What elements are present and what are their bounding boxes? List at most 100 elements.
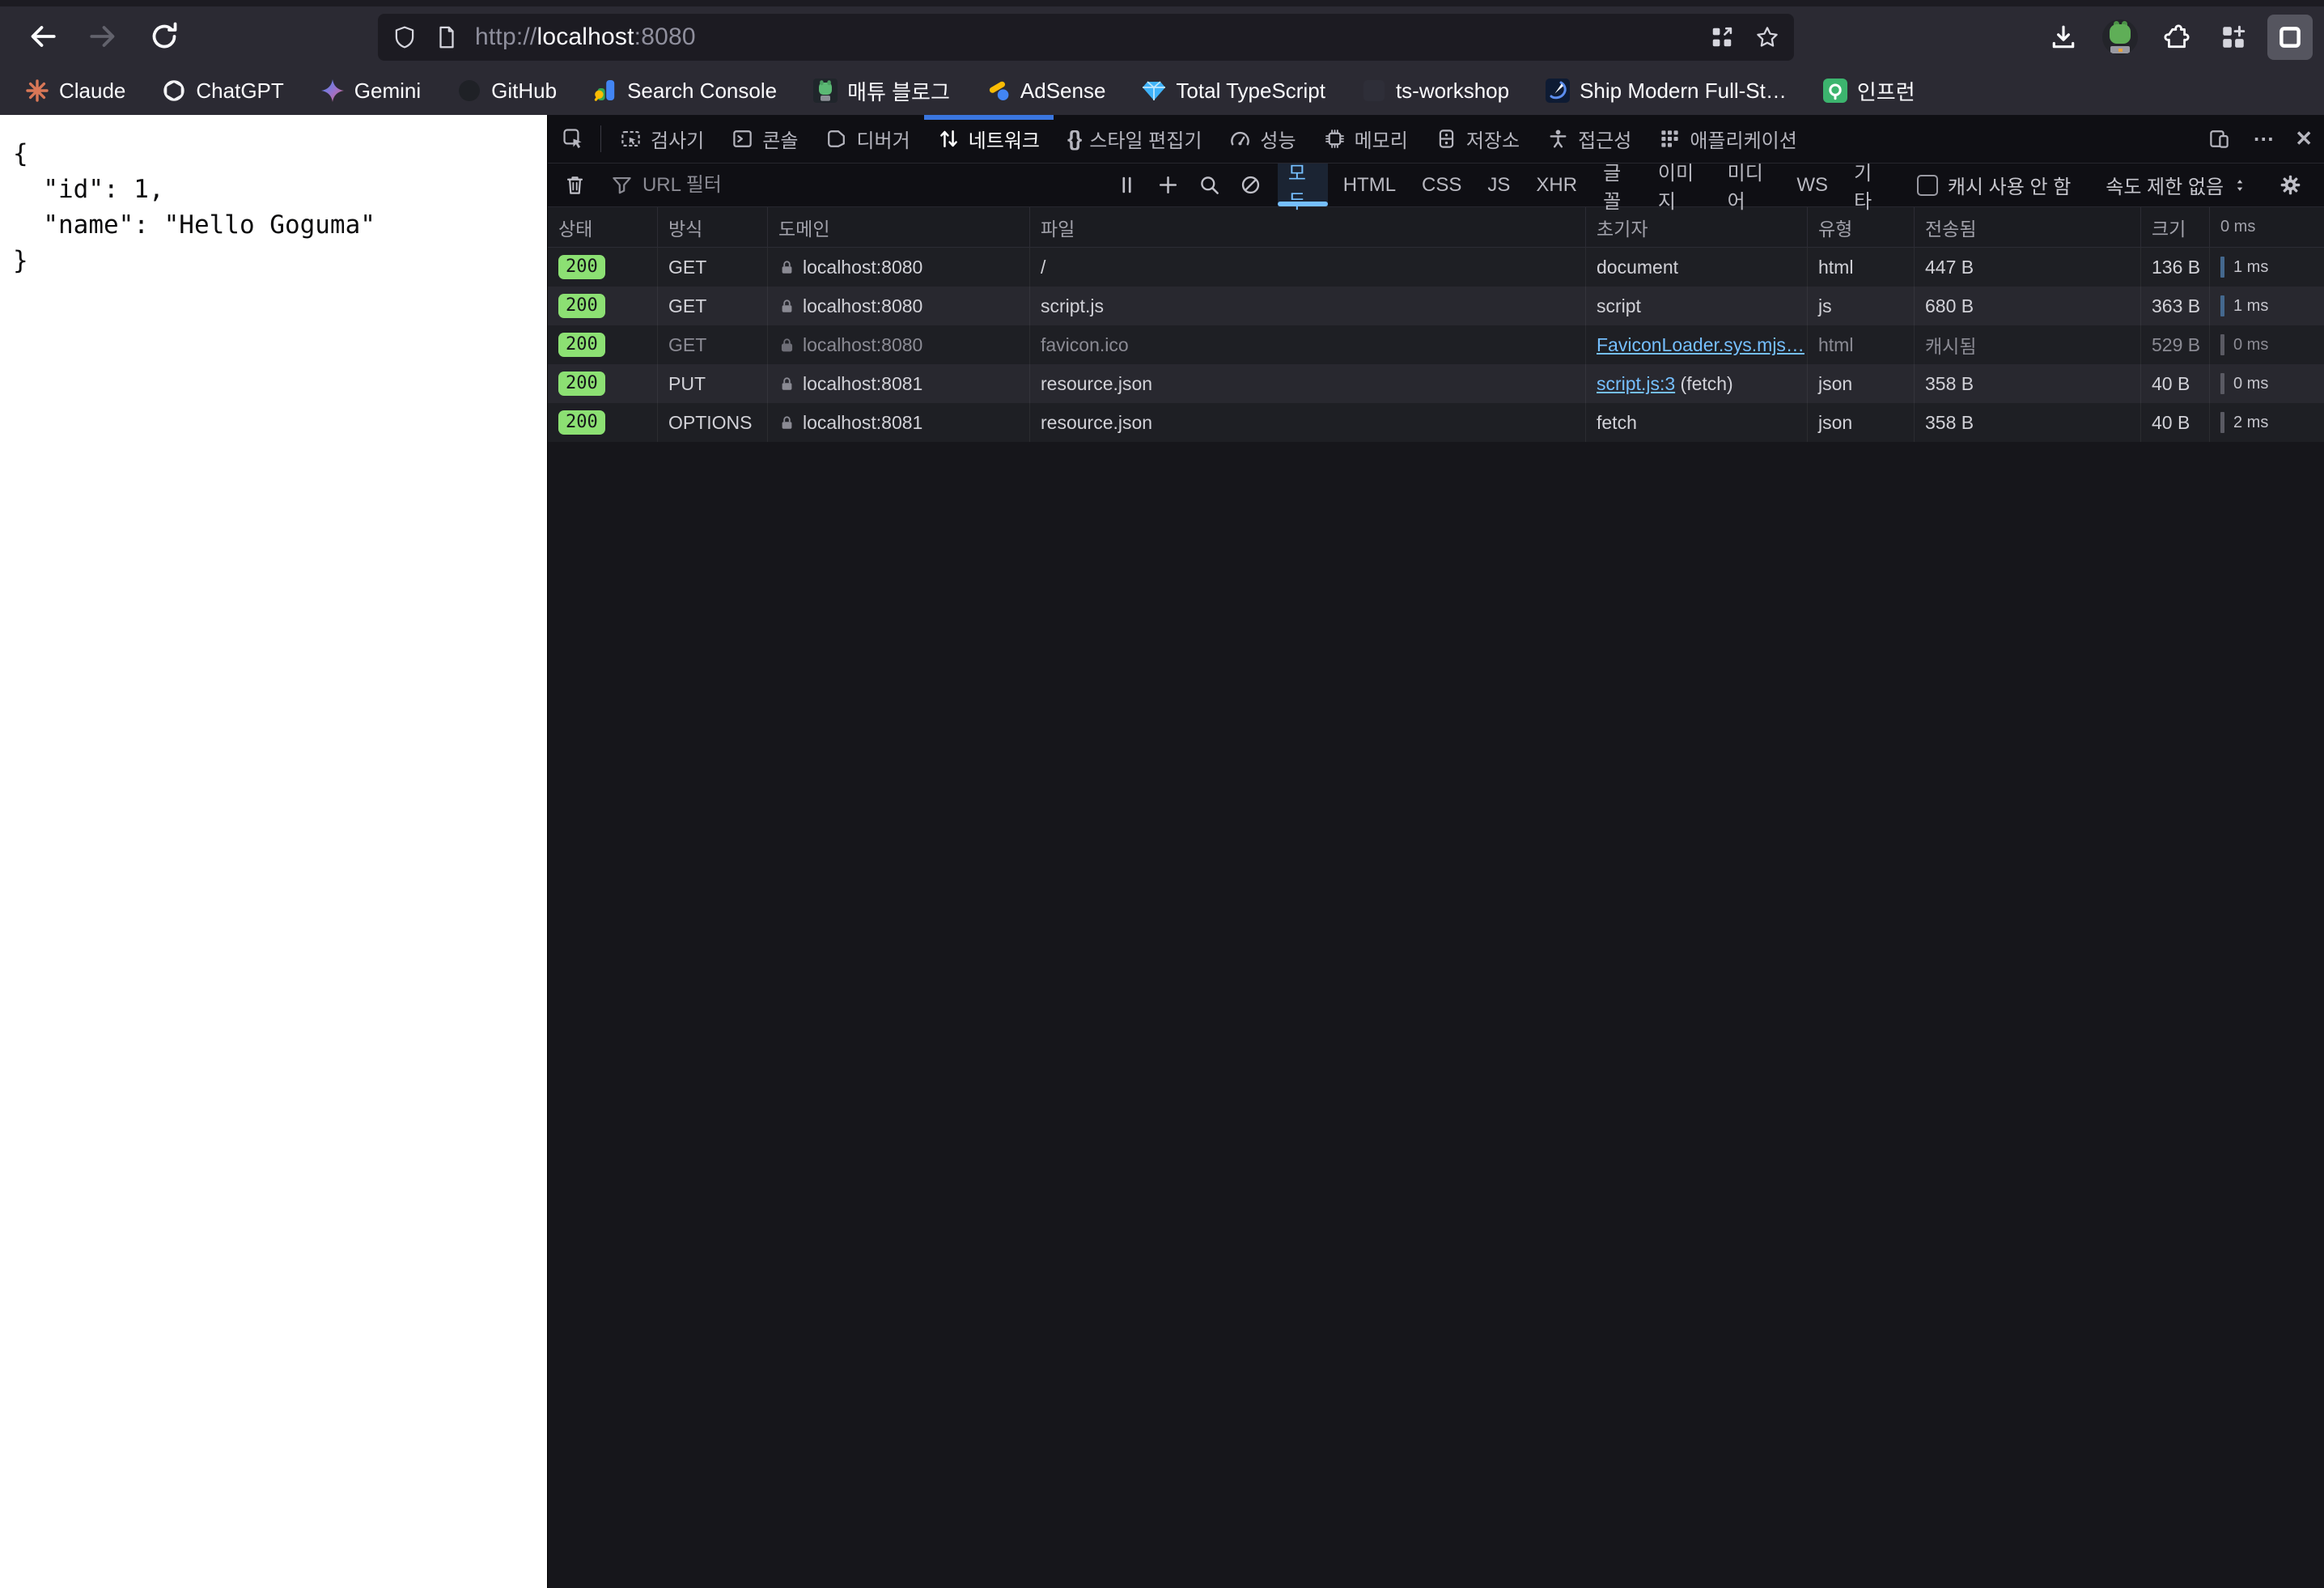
tab-accessibility[interactable]: 접근성 [1533,115,1645,163]
waterfall-bar [2220,412,2224,433]
tab-application[interactable]: 애플리케이션 [1645,115,1810,163]
ship-modern-icon [1545,78,1571,104]
shield-icon[interactable] [392,25,417,49]
tab-console[interactable]: 콘솔 [718,115,812,163]
bookmark-github[interactable]: GitHub [456,78,557,104]
lock-icon [782,260,792,274]
tab-inspector[interactable]: 검사기 [606,115,718,163]
status-badge: 200 [558,372,605,396]
filter-images[interactable]: 이미지 [1648,163,1712,213]
page-info-icon[interactable] [435,25,459,49]
type-cell: html [1808,325,1915,364]
bookmark-claude[interactable]: Claude [24,78,125,104]
tile-windows-icon[interactable] [1710,25,1734,49]
pause-traffic-button[interactable] [1106,163,1147,206]
filter-css[interactable]: CSS [1411,163,1472,206]
bookmark-chatgpt[interactable]: ChatGPT [161,78,284,104]
active-tab-indicator [923,115,1054,120]
braces-icon: {} [1067,126,1082,151]
tab-performance[interactable]: 성능 [1215,115,1309,163]
request-row[interactable]: 200 PUT localhost:8081 resource.json scr… [548,364,2324,403]
disable-cache-control[interactable]: 캐시 사용 안 함 [1904,171,2084,199]
filter-js[interactable]: JS [1477,163,1520,206]
search-console-icon [592,78,618,104]
initiator-link[interactable]: FaviconLoader.sys.mjs… [1597,334,1804,356]
account-button[interactable] [2097,15,2143,60]
bookmark-total-typescript[interactable]: Total TypeScript [1141,78,1325,104]
pick-element-button[interactable] [551,115,596,163]
waterfall-bar [2220,295,2224,316]
file-cell: resource.json [1030,403,1586,442]
bookmark-ship-modern[interactable]: Ship Modern Full-St… [1545,78,1787,104]
extensions-button[interactable] [2154,15,2199,60]
back-arrow-icon [31,26,56,47]
url-filter [611,173,1096,197]
network-settings-button[interactable] [2270,163,2311,206]
downloads-button[interactable] [2041,15,2086,60]
method-cell: OPTIONS [658,403,768,442]
back-button[interactable] [21,15,65,58]
filter-ws[interactable]: WS [1786,163,1838,206]
tab-style-editor[interactable]: {} 스타일 편집기 [1054,115,1215,163]
request-row[interactable]: 200 GET localhost:8080 favicon.ico Favic… [548,325,2324,364]
initiator-link[interactable]: script.js:3 [1597,373,1675,395]
column-transferred[interactable]: 전송됨 [1915,207,2141,247]
bookmark-star-icon[interactable] [1755,25,1779,49]
filter-other[interactable]: 기타 [1843,163,1894,213]
filter-xhr[interactable]: XHR [1525,163,1588,206]
column-status[interactable]: 상태 [548,207,658,247]
sidebar-toggle-button[interactable] [2267,15,2313,60]
bookmark-blog[interactable]: 매튜 블로그 [812,76,950,106]
column-size[interactable]: 크기 [2141,207,2210,247]
file-cell: / [1030,248,1586,287]
url-filter-input[interactable] [642,173,1096,197]
search-icon [1201,176,1219,194]
column-method[interactable]: 방식 [658,207,768,247]
storage-icon [1439,130,1454,148]
pick-element-icon [563,129,582,148]
apps-grid-button[interactable] [2211,15,2256,60]
type-cell: js [1808,287,1915,325]
tab-storage[interactable]: 저장소 [1422,115,1533,163]
column-domain[interactable]: 도메인 [768,207,1030,247]
devtools-close-button[interactable]: ✕ [2284,115,2324,163]
initiator-cell: document [1586,248,1808,287]
bookmark-adsense[interactable]: AdSense [986,78,1105,104]
request-row[interactable]: 200 GET localhost:8080 / document html 4… [548,248,2324,287]
filter-all[interactable]: 모두 [1277,163,1328,213]
filter-media[interactable]: 미디어 [1717,163,1782,213]
memory-chip-icon [1325,130,1344,148]
more-icon: ⋯ [2253,126,2274,151]
bookmark-gemini[interactable]: Gemini [320,78,421,104]
reload-button[interactable] [142,15,186,58]
request-row[interactable]: 200 OPTIONS localhost:8081 resource.json… [548,403,2324,442]
plus-icon [1159,176,1177,194]
clear-requests-button[interactable] [554,163,596,206]
waterfall-bar [2220,257,2224,278]
transferred-cell: 358 B [1915,403,2141,442]
tab-memory[interactable]: 메모리 [1310,115,1422,163]
forward-button[interactable] [81,15,125,58]
column-timing[interactable]: 0 ms [2210,207,2324,247]
url-port: :8080 [634,23,696,50]
bookmark-search-console[interactable]: Search Console [592,78,777,104]
request-row[interactable]: 200 GET localhost:8080 script.js script … [548,287,2324,325]
bookmark-inflearn[interactable]: 인프런 [1822,76,1915,106]
browser-toolbar: http://localhost:8080 [0,6,2324,66]
console-icon [733,130,752,147]
tab-debugger[interactable]: 디버거 [812,115,923,163]
transferred-cell: 캐시됨 [1915,325,2141,364]
search-button[interactable] [1189,163,1230,206]
throttling-dropdown[interactable]: 속도 제한 없음 [2094,171,2259,199]
disable-cache-checkbox[interactable] [1916,174,1938,196]
bookmark-ts-workshop[interactable]: ts-workshop [1361,78,1509,104]
responsive-mode-button[interactable] [2197,115,2241,163]
filter-html[interactable]: HTML [1333,163,1406,206]
devtools-menu-button[interactable]: ⋯ [2241,115,2284,163]
url-bar[interactable]: http://localhost:8080 [378,14,1794,61]
tab-network[interactable]: 네트워크 [923,115,1054,163]
filter-fonts[interactable]: 글꼴 [1592,163,1643,213]
block-request-button[interactable] [1230,163,1271,206]
waterfall-bar [2220,373,2224,394]
new-request-button[interactable] [1147,163,1189,206]
